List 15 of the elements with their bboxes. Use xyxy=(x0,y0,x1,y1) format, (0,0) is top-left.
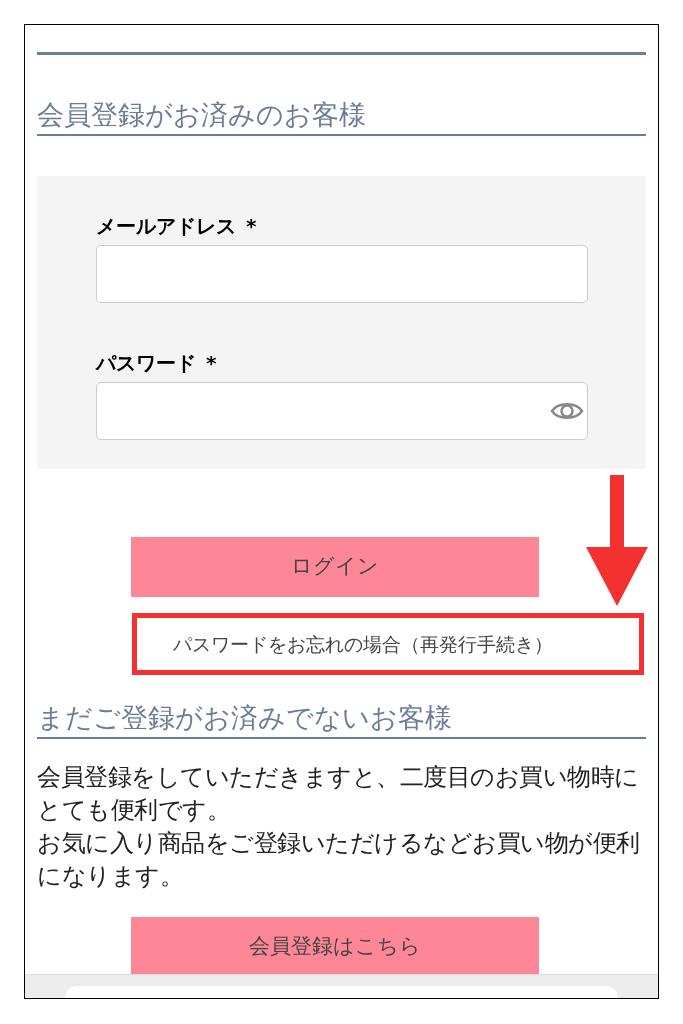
password-field[interactable] xyxy=(96,382,588,440)
section-heading: 会員登録がお済みのお客様 xyxy=(37,98,367,132)
down-arrow-icon xyxy=(586,475,648,606)
field-label: パスワード xyxy=(96,350,196,377)
section-heading: まだご登録がお済みでないお客様 xyxy=(37,701,453,735)
login-button[interactable]: ログイン xyxy=(130,537,539,597)
forgot-password-link[interactable]: パスワードをお忘れの場合（再発行手続き） xyxy=(173,629,553,659)
required-mark: * xyxy=(246,213,257,240)
description-text: 会員登録をしていただきますと、二度目のお買い物時にとても便利です。 xyxy=(37,762,640,826)
field-label: メールアドレス xyxy=(96,213,236,240)
email-field[interactable] xyxy=(96,245,588,303)
address-bar[interactable] xyxy=(65,986,618,998)
register-button[interactable]: 会員登録はこちら xyxy=(130,917,539,977)
required-mark: * xyxy=(206,350,217,377)
description-text: お気に入り商品をご登録いただけるなどお買い物が便利になります。 xyxy=(37,828,641,892)
